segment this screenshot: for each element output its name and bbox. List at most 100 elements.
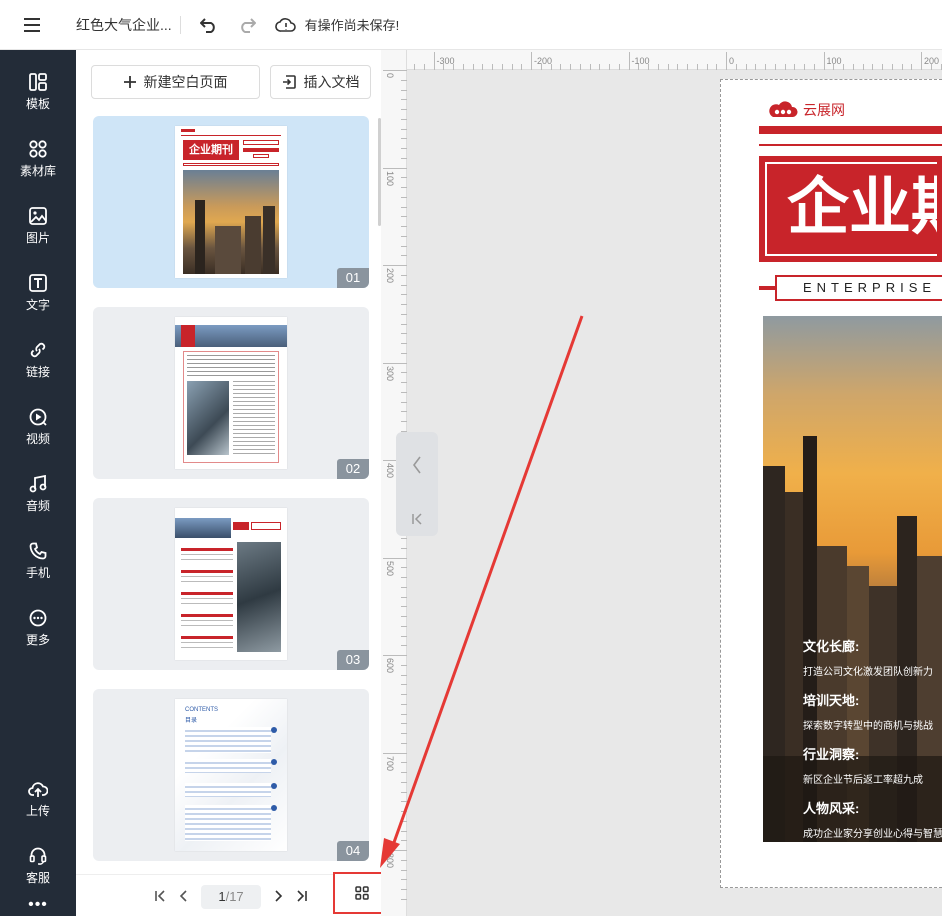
first-page-button[interactable] [150,885,170,907]
ruler-tick [401,89,407,91]
header-rule-thin [759,144,942,146]
menu-button[interactable] [0,0,64,50]
prev-page-button[interactable] [174,885,194,907]
ruler-label: 0 [729,56,735,66]
ruler-tick [401,869,407,871]
insert-document-button[interactable]: 插入文档 [270,65,371,99]
section-heading: 人物风采: [803,801,860,816]
hamburger-icon [24,17,40,32]
sidebar-item-service[interactable]: 客服 [0,833,76,900]
headset-icon [29,847,47,865]
document-title[interactable]: 红色大气企业... [76,15,172,35]
page-thumbnail-4[interactable]: CONTENTS 目录 04 [93,689,369,861]
ruler-tick [401,274,407,276]
ruler-tick [501,64,503,70]
subtitle-row[interactable]: ENTERPRISE J [759,275,942,301]
ruler-tick [401,177,407,179]
header-rule-thick [759,126,942,134]
ruler-tick [794,64,796,70]
ruler-tick [901,64,903,70]
page-thumbnail-3[interactable]: 03 [93,498,369,670]
ruler-tick [882,64,883,70]
redo-button[interactable] [231,9,263,41]
section-text: 探索数字转型中的商机与挑战 [803,721,933,732]
ruler-tick [383,167,407,169]
ruler-tick [401,596,407,598]
ruler-tick [401,196,407,198]
ruler-tick [401,616,407,617]
horizontal-ruler: -300 -200 -100 0 100 200 [407,50,942,70]
ruler-tick [401,547,407,549]
page-thumbnail-2[interactable]: 02 [93,307,369,479]
ruler-tick [401,703,407,705]
collapse-to-edge-button[interactable] [396,504,438,534]
undo-icon [199,17,215,33]
next-page-button[interactable] [268,885,288,907]
sidebar-item-template[interactable]: 模板 [0,59,76,126]
cloud-icon [274,17,296,32]
ruler-tick [401,391,407,393]
section-text: 新区企业节后返工率超九成 [803,775,923,786]
ruler-tick [383,70,407,71]
panel-collapse-handle [396,432,438,536]
section-text: 成功企业家分享创业心得与智慧 [803,829,942,840]
cloud-logo-icon [769,101,798,117]
page-number-badge: 03 [337,650,369,670]
ruler-tick [401,323,407,325]
ruler-tick [401,294,407,296]
ruler-tick [401,713,407,715]
ruler-tick [401,255,407,257]
editor-canvas-page[interactable]: 云展网 企业期刊 ENTERPRISE J [720,79,942,888]
ruler-label: 500 [385,560,395,576]
thumbnail-preview: CONTENTS 目录 [175,699,287,851]
sidebar-item-image[interactable]: 图片 [0,193,76,260]
new-blank-page-button[interactable]: 新建空白页面 [91,65,260,99]
last-page-button[interactable] [292,885,312,907]
phone-icon [29,542,47,560]
ruler-tick [401,645,407,647]
page-number-badge: 01 [337,268,369,288]
video-icon [29,408,47,426]
ruler-tick [462,64,464,70]
page-indicator[interactable]: 1/17 [201,885,261,909]
ruler-tick [401,742,407,744]
ruler-tick [667,64,669,70]
ruler-label: 100 [385,170,395,186]
collapse-panel-button[interactable] [396,450,438,480]
ruler-tick [401,352,407,354]
brand-name: 云展网 [803,102,845,118]
ruler-tick [423,64,425,70]
sidebar-item-text[interactable]: 文字 [0,260,76,327]
ruler-tick [383,265,407,266]
undo-button[interactable] [193,9,225,41]
ruler-tick [401,118,407,120]
ruler-tick [872,64,874,70]
text-icon [29,274,47,292]
ruler-tick [618,64,620,70]
sidebar-item-label: 图片 [25,231,50,245]
new-page-label: 新建空白页面 [143,74,228,90]
ruler-tick [401,284,407,286]
ruler-tick [726,52,727,70]
more-options-dots[interactable]: ••• [0,896,76,914]
sidebar-item-upload[interactable]: 上传 [0,766,76,833]
top-bar: 红色大气企业... 有操作尚未保存! [0,0,942,50]
page-thumbnail-1[interactable]: 企业期刊 01 [93,116,369,288]
chevron-right-icon [275,890,283,902]
ruler-tick [677,64,679,70]
sidebar-item-material[interactable]: 素材库 [0,126,76,193]
ruler-tick [472,64,474,70]
sidebar-item-label: 素材库 [19,164,56,178]
sidebar-item-more[interactable]: 更多 [0,595,76,662]
ruler-tick [401,304,407,305]
sidebar-item-link[interactable]: 链接 [0,327,76,394]
sidebar-item-label: 视频 [25,432,50,446]
sidebar-item-video[interactable]: 视频 [0,394,76,461]
section-text: 打造公司文化激发团队创新力 [803,667,933,678]
ruler-tick [401,840,407,842]
ruler-tick [482,64,484,70]
thumbnail-preview: 企业期刊 [175,126,287,278]
sidebar-item-audio[interactable]: 音频 [0,461,76,528]
sidebar-item-phone[interactable]: 手机 [0,528,76,595]
title-block[interactable]: 企业期刊 [759,156,942,262]
